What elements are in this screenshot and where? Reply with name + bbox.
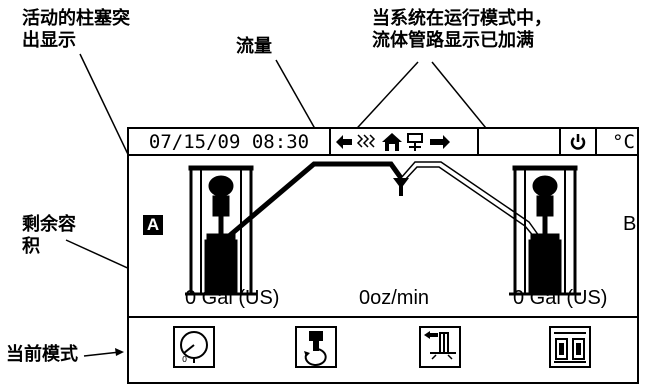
power-icon [561, 129, 597, 154]
datetime: 07/15/09 08:30 [129, 129, 331, 154]
dual-pump-icon [554, 332, 586, 363]
callout-current-mode: 当前模式 [6, 344, 78, 365]
callout-run-mode-line1: 当系统在运行模式中， [372, 8, 552, 29]
pump-a-label-active: A [143, 215, 163, 235]
callout-run-mode: 当系统在运行模式中， 流体管路显示已加满 [372, 8, 552, 52]
left-volume-readout: 0 Gal (US) [185, 287, 280, 309]
mode-button-gauge[interactable]: 0 [173, 326, 215, 368]
status-spare [479, 129, 561, 154]
arrowhead-current-mode [115, 348, 124, 356]
callout-active-plunger-line1: 活动的柱塞突 [22, 8, 130, 29]
mode-button-prime[interactable] [419, 326, 461, 368]
callout-flow: 流量 [236, 36, 272, 57]
mode-bar: 0 [129, 316, 637, 384]
prime-pump-icon [424, 331, 456, 360]
callout-active-plunger-line2: 出显示 [22, 30, 76, 51]
callout-remaining-volume: 剩余容 积 [22, 214, 76, 258]
callout-remaining-volume-line1: 剩余容 [22, 214, 76, 235]
mode-button-dual-pump[interactable] [549, 326, 591, 368]
fluid-line-empty [400, 161, 540, 239]
flow-rate-readout: 0oz/min [359, 287, 430, 309]
svg-text:0: 0 [182, 355, 187, 364]
mode-button-pump-rotate[interactable] [295, 326, 337, 368]
pump-status-icon [407, 132, 423, 151]
temperature-unit: °C [612, 130, 635, 153]
right-pump [509, 165, 581, 296]
heat-wave-icon [356, 133, 376, 148]
flow-direction-left-icon [336, 134, 352, 149]
power-glyph [570, 133, 586, 150]
status-bar: 07/15/09 08:30 °C [129, 129, 637, 156]
fluid-line-filled [227, 161, 404, 238]
pump-rotate-icon [304, 331, 327, 366]
callout-active-plunger: 活动的柱塞突 出显示 [22, 8, 130, 52]
lcd-screen: 07/15/09 08:30 °C A B 0 Gal (US) 0oz/min… [127, 127, 639, 384]
pump-b-label: B [623, 213, 637, 235]
gauge-dial-icon: 0 [180, 331, 208, 364]
callout-remaining-volume-line2: 积 [22, 236, 40, 257]
mix-valve-icon [393, 178, 409, 196]
callout-run-mode-line2: 流体管路显示已加满 [372, 30, 534, 51]
flow-direction-right-icon [430, 134, 450, 149]
left-pump [185, 165, 257, 296]
home-icon [382, 132, 402, 151]
leader-current-mode [83, 351, 121, 357]
status-icon-strip [336, 132, 450, 151]
right-volume-readout: 0 Gal (US) [513, 287, 608, 309]
status-icons [331, 129, 479, 154]
